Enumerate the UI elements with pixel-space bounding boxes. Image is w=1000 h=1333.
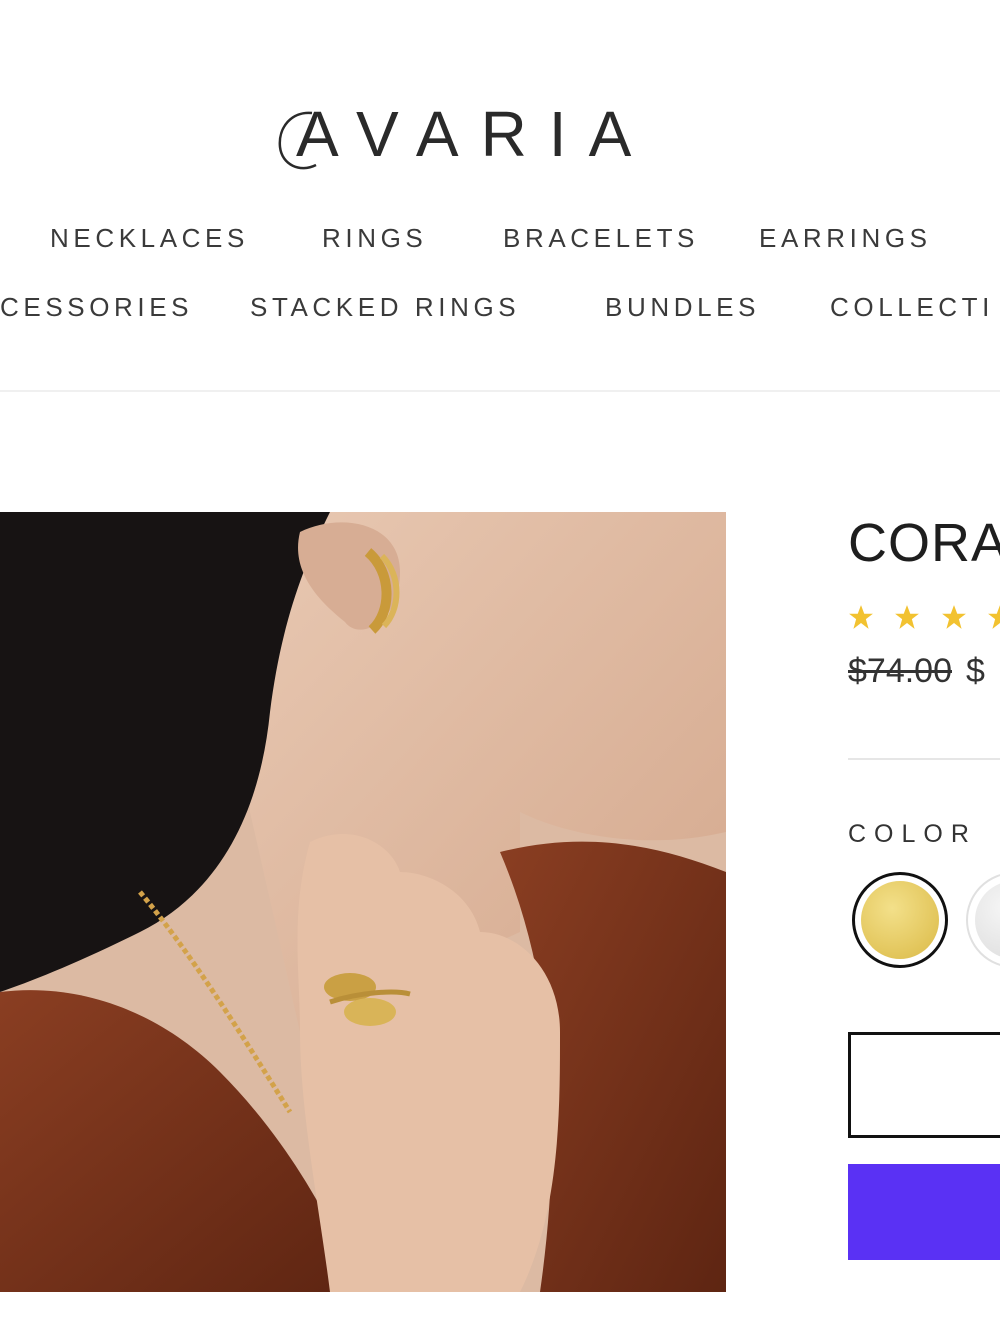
quantity-field[interactable] — [848, 1032, 1000, 1138]
main-nav-row-1: NECKLACES RINGS BRACELETS EARRINGS — [0, 223, 1000, 263]
rating-stars[interactable] — [848, 604, 1000, 635]
star-icon — [849, 605, 873, 629]
nav-earrings[interactable]: EARRINGS — [759, 223, 932, 254]
gold-swatch-fill — [861, 881, 939, 959]
site-header: AVARIA NECKLACES RINGS BRACELETS EARRING… — [0, 0, 1000, 392]
details-divider — [848, 758, 1000, 760]
color-swatch-silver[interactable] — [966, 872, 1000, 968]
sale-price: $ — [966, 652, 985, 690]
compare-at-price: $74.00 — [848, 652, 952, 690]
product-details: CORA $74.00 $ COLOR — [848, 500, 1000, 1300]
star-icon — [895, 605, 920, 629]
nav-bracelets[interactable]: BRACELETS — [503, 223, 699, 254]
nav-rings[interactable]: RINGS — [322, 223, 427, 254]
nav-bundles[interactable]: BUNDLES — [605, 292, 760, 323]
model-photo — [0, 512, 726, 1292]
nav-accessories[interactable]: CESSORIES — [0, 292, 193, 323]
star-icon — [941, 605, 966, 629]
brand-logo[interactable]: AVARIA — [270, 95, 660, 185]
silver-swatch-fill — [975, 881, 1000, 959]
color-label: COLOR — [848, 820, 977, 848]
price: $74.00 $ — [848, 652, 985, 691]
add-to-cart-button[interactable] — [848, 1164, 1000, 1260]
product-title: CORA — [848, 513, 1000, 573]
product-image[interactable] — [0, 512, 726, 1292]
nav-stacked-rings[interactable]: STACKED RINGS — [250, 292, 520, 323]
brand-name: AVARIA — [296, 98, 654, 170]
main-nav-row-2: CESSORIES STACKED RINGS BUNDLES COLLECTI — [0, 292, 1000, 332]
color-swatch-gold[interactable] — [852, 872, 948, 968]
header-divider — [0, 390, 1000, 392]
nav-collections[interactable]: COLLECTI — [830, 292, 994, 323]
nav-necklaces[interactable]: NECKLACES — [50, 223, 249, 254]
star-icon — [988, 606, 1000, 629]
